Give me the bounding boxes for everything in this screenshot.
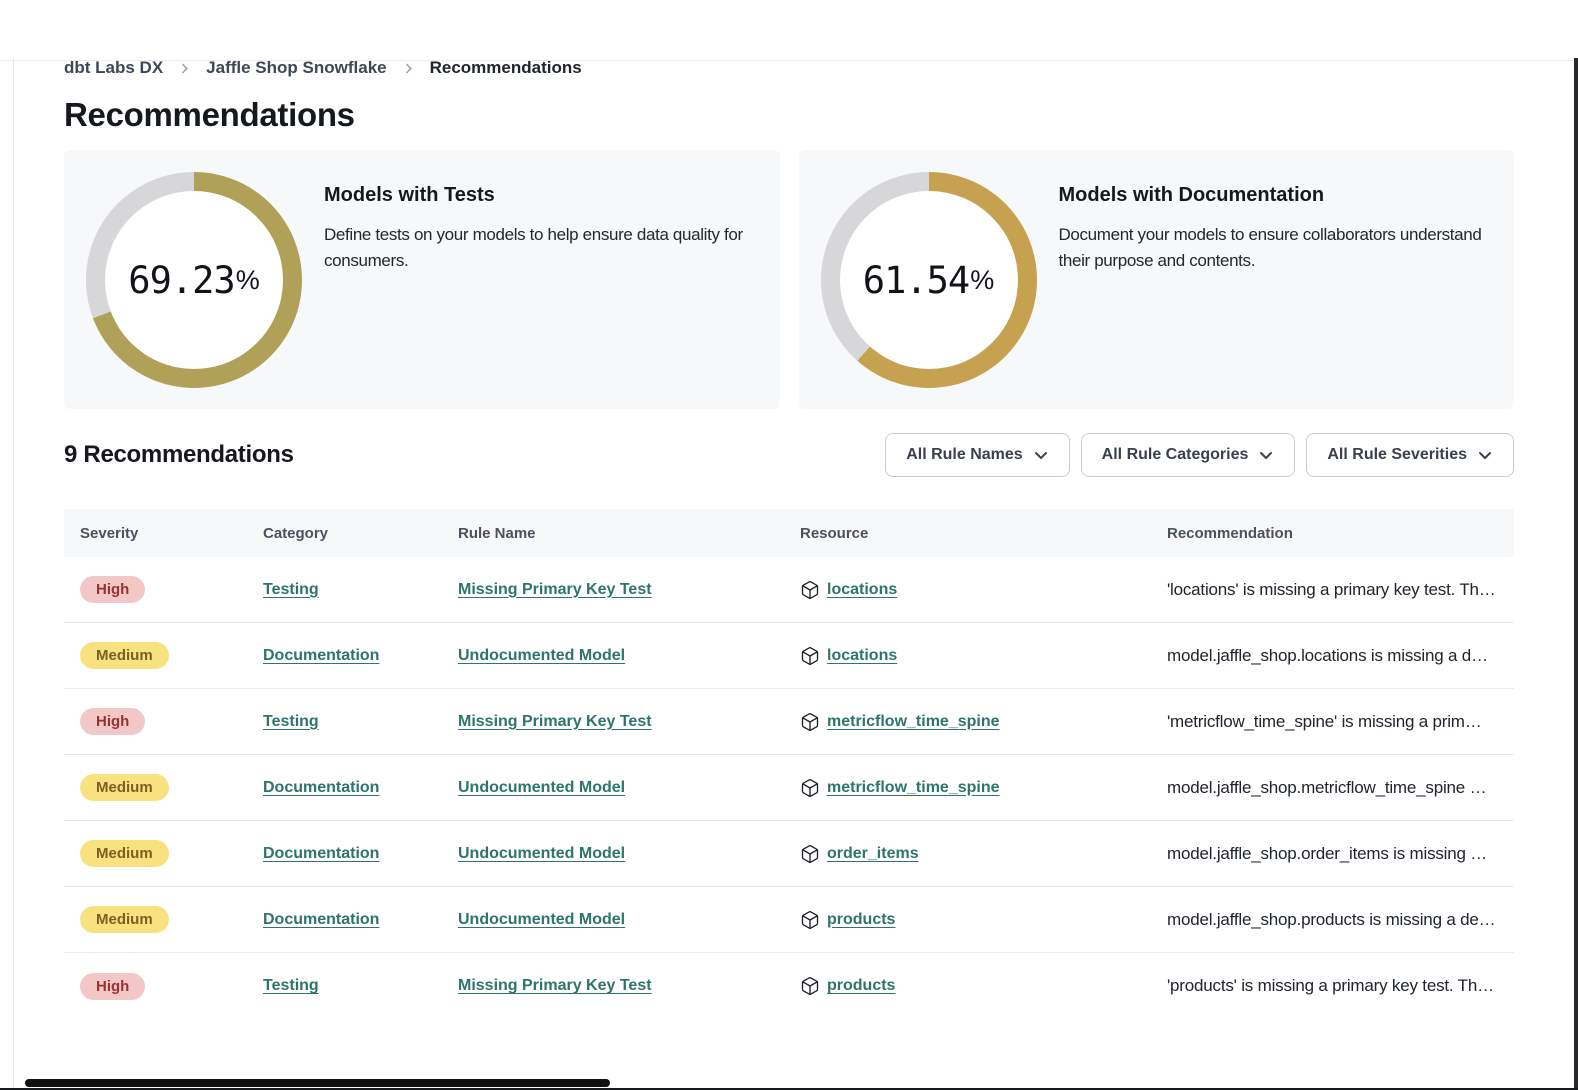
severity-badge: Medium	[80, 774, 169, 801]
table-header-row: Severity Category Rule Name Resource Rec…	[64, 509, 1514, 557]
recommendation-text: model.jaffle_shop.locations is missing a…	[1167, 646, 1498, 666]
severity-badge: Medium	[80, 906, 169, 933]
rule-name-link[interactable]: Missing Primary Key Test	[458, 977, 652, 994]
table-body: High Testing Missing Primary Key Test lo…	[64, 557, 1514, 1019]
chevron-down-icon	[1477, 447, 1493, 463]
breadcrumb-item-current: Recommendations	[430, 58, 582, 78]
filters: All Rule Names All Rule Categories All R…	[885, 433, 1514, 477]
severity-badge: High	[80, 708, 145, 735]
rule-name-link[interactable]: Undocumented Model	[458, 779, 625, 796]
package-icon	[800, 844, 820, 864]
category-link[interactable]: Documentation	[263, 845, 379, 862]
severity-badge: Medium	[80, 642, 169, 669]
table-row: Medium Documentation Undocumented Model …	[64, 887, 1514, 953]
rule-name-link[interactable]: Missing Primary Key Test	[458, 581, 652, 598]
card-title: Models with Tests	[324, 184, 758, 207]
rule-name-link[interactable]: Undocumented Model	[458, 647, 625, 664]
rule-name-link[interactable]: Missing Primary Key Test	[458, 713, 652, 730]
breadcrumb-item-project[interactable]: Jaffle Shop Snowflake	[206, 58, 386, 78]
recommendations-count-title: 9 Recommendations	[64, 441, 294, 469]
severity-badge: High	[80, 973, 145, 1000]
package-icon	[800, 580, 820, 600]
recommendation-text: model.jaffle_shop.metricflow_time_spine …	[1167, 778, 1498, 798]
rule-names-filter-dropdown[interactable]: All Rule Names	[885, 433, 1069, 477]
category-link[interactable]: Testing	[263, 713, 319, 730]
documentation-donut-chart: 61.54%	[821, 172, 1037, 388]
column-header-rule-name: Rule Name	[458, 525, 800, 542]
list-header-bar: 9 Recommendations All Rule Names All Rul…	[64, 433, 1514, 477]
column-header-category: Category	[263, 525, 458, 542]
column-header-recommendation: Recommendation	[1167, 525, 1498, 542]
package-icon	[800, 646, 820, 666]
chevron-right-icon	[402, 62, 415, 75]
severity-badge: High	[80, 576, 145, 603]
resource-link[interactable]: products	[827, 911, 895, 929]
metric-cards: 69.23% Models with Tests Define tests on…	[64, 150, 1514, 409]
recommendation-text: model.jaffle_shop.products is missing a …	[1167, 910, 1498, 930]
severity-badge: Medium	[80, 840, 169, 867]
category-link[interactable]: Documentation	[263, 779, 379, 796]
table-row: Medium Documentation Undocumented Model …	[64, 623, 1514, 689]
category-link[interactable]: Documentation	[263, 911, 379, 928]
package-icon	[800, 712, 820, 732]
card-description: Define tests on your models to help ensu…	[324, 222, 758, 275]
recommendation-text: 'locations' is missing a primary key tes…	[1167, 580, 1498, 600]
rule-name-link[interactable]: Undocumented Model	[458, 911, 625, 928]
card-title: Models with Documentation	[1059, 184, 1493, 207]
column-header-severity: Severity	[80, 525, 263, 542]
category-link[interactable]: Testing	[263, 977, 319, 994]
recommendation-text: 'metricflow_time_spine' is missing a pri…	[1167, 712, 1498, 732]
chevron-right-icon	[178, 62, 191, 75]
rule-name-link[interactable]: Undocumented Model	[458, 845, 625, 862]
resource-link[interactable]: metricflow_time_spine	[827, 779, 1000, 797]
table-row: Medium Documentation Undocumented Model …	[64, 755, 1514, 821]
chevron-down-icon	[1258, 447, 1274, 463]
rule-severities-filter-dropdown[interactable]: All Rule Severities	[1306, 433, 1514, 477]
models-with-tests-card: 69.23% Models with Tests Define tests on…	[64, 150, 780, 409]
recommendations-table: Severity Category Rule Name Resource Rec…	[64, 509, 1514, 1019]
recommendation-text: 'products' is missing a primary key test…	[1167, 976, 1498, 996]
category-link[interactable]: Testing	[263, 581, 319, 598]
package-icon	[800, 910, 820, 930]
window-right-border	[1574, 58, 1578, 1090]
resource-link[interactable]: order_items	[827, 845, 919, 863]
resource-link[interactable]: locations	[827, 647, 897, 665]
recommendation-text: model.jaffle_shop.order_items is missing…	[1167, 844, 1498, 864]
documentation-percentage: 61.54%	[821, 172, 1037, 388]
column-header-resource: Resource	[800, 525, 1167, 542]
rule-categories-filter-dropdown[interactable]: All Rule Categories	[1081, 433, 1296, 477]
category-link[interactable]: Documentation	[263, 647, 379, 664]
resource-link[interactable]: locations	[827, 581, 897, 599]
card-description: Document your models to ensure collabora…	[1059, 222, 1493, 275]
window-top-border	[0, 60, 1578, 61]
horizontal-scrollbar-thumb[interactable]	[25, 1079, 610, 1087]
table-row: Medium Documentation Undocumented Model …	[64, 821, 1514, 887]
breadcrumb-item-dbt-labs-dx[interactable]: dbt Labs DX	[64, 58, 163, 78]
table-row: High Testing Missing Primary Key Test lo…	[64, 557, 1514, 623]
recommendations-page: dbt Labs DX Jaffle Shop Snowflake Recomm…	[0, 58, 1578, 1019]
table-row: High Testing Missing Primary Key Test pr…	[64, 953, 1514, 1019]
breadcrumb: dbt Labs DX Jaffle Shop Snowflake Recomm…	[64, 58, 1514, 78]
package-icon	[800, 778, 820, 798]
page-title: Recommendations	[64, 96, 1514, 134]
models-with-documentation-card: 61.54% Models with Documentation Documen…	[799, 150, 1515, 409]
tests-percentage: 69.23%	[86, 172, 302, 388]
chevron-down-icon	[1033, 447, 1049, 463]
package-icon	[800, 976, 820, 996]
content-left-divider	[13, 58, 14, 1090]
table-row: High Testing Missing Primary Key Test me…	[64, 689, 1514, 755]
tests-donut-chart: 69.23%	[86, 172, 302, 388]
resource-link[interactable]: metricflow_time_spine	[827, 713, 1000, 731]
resource-link[interactable]: products	[827, 977, 895, 995]
